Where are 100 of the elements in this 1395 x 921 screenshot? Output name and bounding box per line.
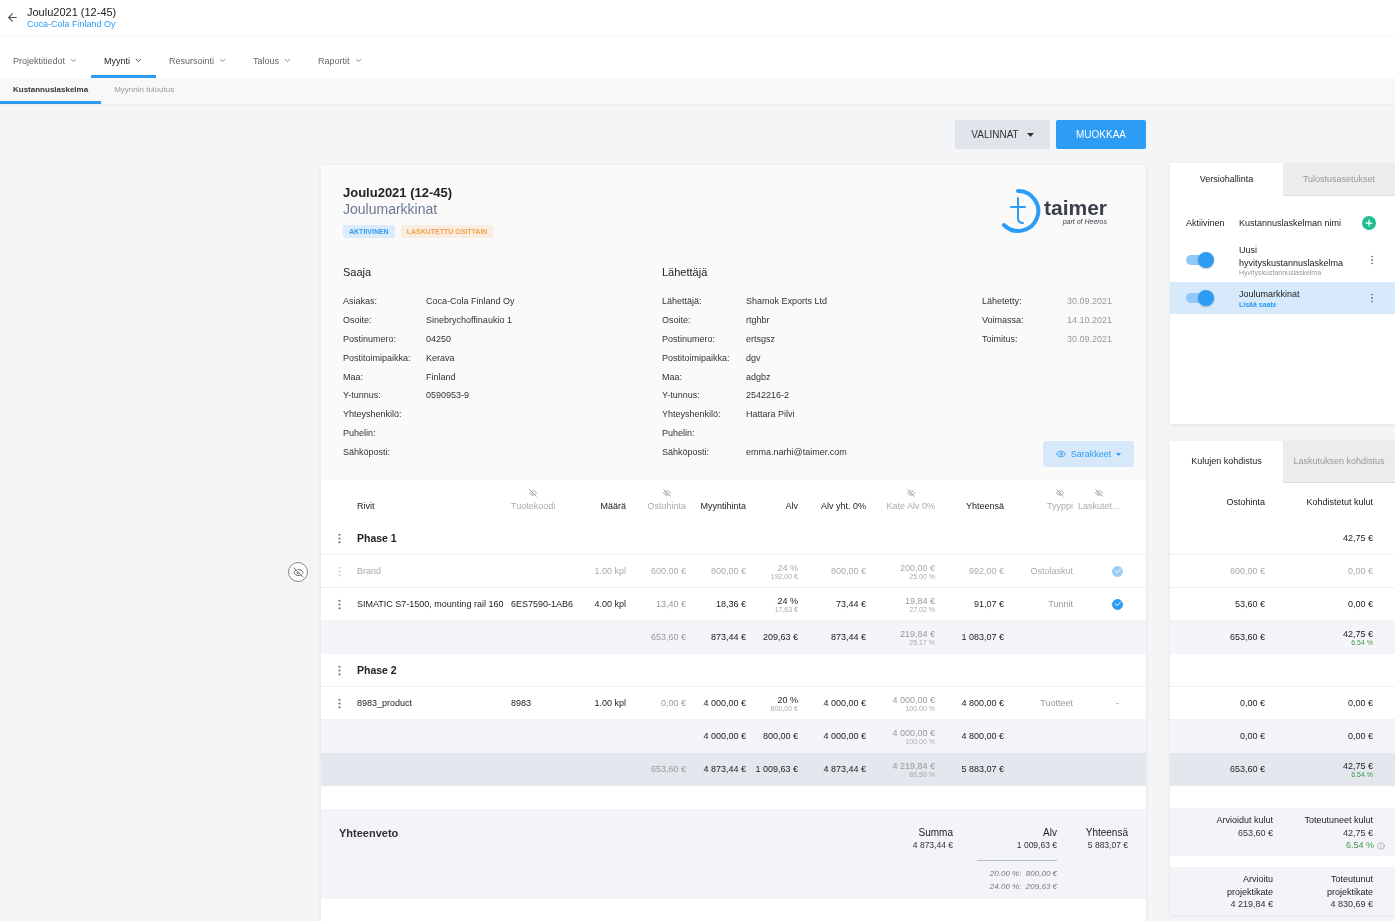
nav-tab[interactable]: Resursointi [156,46,241,78]
column-header: Kohdistetut kulut [1306,497,1373,507]
field-value: emma.narhi@taimer.com [746,446,848,457]
row-total: 91,07 € [973,599,1004,609]
hidden-column-icon[interactable] [662,489,671,497]
purchase-price: 53,60 € [1234,599,1265,609]
net-total: 4 000,00 € [823,731,866,741]
allocated-cost: 42,75 € [1342,628,1373,639]
options-button[interactable]: VALINNAT [955,120,1050,149]
section-heading: Lähettäjä [662,266,709,280]
billed-mark: - [1116,698,1119,708]
vat-breakdown-line: 24.00 %: 209,63 € [989,881,1057,893]
field-value: Sinebrychoffinaukio 1 [426,315,513,326]
purchase-price: 653,60 € [1229,764,1265,774]
column-header: Myyntihinta [700,501,746,511]
sub-tab[interactable]: Kustannuslaskelma [0,78,102,104]
sales-price: 800,00 € [710,566,746,576]
hidden-column-icon[interactable] [906,489,915,497]
field-value: adgbz [746,371,772,382]
nav-tab[interactable]: Talous [240,46,306,78]
field-value: 04250 [426,334,453,344]
field-value: rtghbr [746,315,771,326]
sales-price: 4 000,00 € [703,698,746,708]
allocated-cost: 42,75 € [1342,533,1373,543]
allocated-cost: 0,00 € [1347,566,1373,576]
allocated-cost: 0,00 € [1347,698,1373,708]
back-arrow-icon[interactable] [6,11,19,24]
field-value: 0590953-9 [426,390,471,401]
field-label: Yhteyshenkilö: [662,409,722,420]
net-total: 873,44 € [830,632,866,642]
field-value: Shamok Exports Ltd [746,296,829,307]
eye-icon [1055,449,1066,459]
purchase-price: 653,60 € [650,632,686,642]
summary-label: Yhteensä [1085,827,1128,838]
field-label: Sähköposti: [662,446,711,457]
field-label: Postinumero: [343,334,398,344]
purchase-price: 600,00 € [1229,566,1265,576]
margin: 4 000,00 € [892,727,935,738]
column-header: Rivit [357,501,375,511]
add-icon[interactable] [1362,216,1376,230]
chevron-down-icon [218,56,228,65]
net-total: 4 000,00 € [823,698,866,708]
margin: 19,84 € [904,595,935,606]
product-code: 6ES7590-1AB6 [511,599,574,609]
cost-percentage: 6.54 % [1345,839,1374,852]
quantity: 1.00 kpl [594,566,626,576]
column-header: Aktiivinen [1186,218,1226,228]
purchase-price: 653,60 € [1229,632,1265,642]
column-header: Ostohinta [647,501,686,511]
vat-rate: 24 % [777,562,798,573]
info-icon[interactable] [1377,841,1385,850]
margin: 200,00 € [899,562,935,573]
column-header: Laskutet... [1078,501,1120,511]
row-type: Ostolaskut [1030,566,1073,576]
hidden-column-icon[interactable] [1056,489,1064,497]
field-label: Yhteyshenkilö: [343,409,403,420]
field-label: Maa: [343,371,364,382]
field-value: Kerava [426,352,456,363]
chevron-down-icon [283,56,293,65]
field-value: Coca-Cola Finland Oy [426,296,516,307]
summary-value: 5 883,07 € [1087,840,1128,850]
vat-breakdown-line: 20.00 %: 800,00 € [989,868,1057,880]
panel-tab[interactable]: Kulujen kohdistus [1170,441,1283,483]
field-label: Postinumero: [662,334,717,344]
active-toggle[interactable] [1186,290,1214,306]
field-label: Postitoimipaikka: [662,352,731,363]
purchase-price: 600,00 € [650,566,686,576]
column-header: Tuotekoodi [511,501,556,511]
hidden-column-icon[interactable] [529,489,538,497]
nav-tab[interactable]: Raportit [305,46,376,78]
quantity: 4.00 kpl [594,599,626,609]
panel-tab[interactable]: Versiohallinta [1170,163,1283,196]
billed-check-icon[interactable] [1112,598,1123,610]
allocated-cost: 42,75 € [1342,760,1373,771]
column-header: Ostohinta [1226,497,1265,507]
version-name: Uusi hyvityskustannuslaskelma [1239,244,1345,270]
chevron-down-icon [69,56,79,65]
column-header: Kate Alv 0% [886,501,935,511]
field-label: Voimassa: [982,315,1025,326]
nav-tab[interactable]: Projektitiedot [0,46,92,78]
totals-label: Arvioitu projektikate [1225,873,1273,898]
totals-label: Toteutuneet kulut [1304,814,1373,827]
field-label: Toimitus: [982,334,1019,344]
field-label: Asiakas: [343,296,378,307]
billed-check-icon[interactable] [1112,565,1123,577]
hidden-column-icon[interactable] [1094,489,1103,497]
purchase-price: 13,40 € [655,599,686,609]
totals-value: 4 830,69 € [1330,898,1373,911]
row-total: 1 083,07 € [961,632,1004,642]
version-name: Joulumarkkinat [1239,288,1301,301]
totals-value: 4 219,84 € [1230,898,1273,911]
totals-value: 42,75 € [1342,826,1373,839]
sales-price: 4 000,00 € [703,731,746,741]
field-value: Finland [426,371,457,382]
vat-rate: 800,00 € [762,731,798,741]
logo-name: taimer [1043,196,1107,218]
active-toggle[interactable] [1186,252,1214,269]
hidden-row-icon[interactable] [288,562,308,582]
totals-label: Toteutunut projektikate [1325,873,1373,898]
purchase-price: 0,00 € [660,698,686,708]
